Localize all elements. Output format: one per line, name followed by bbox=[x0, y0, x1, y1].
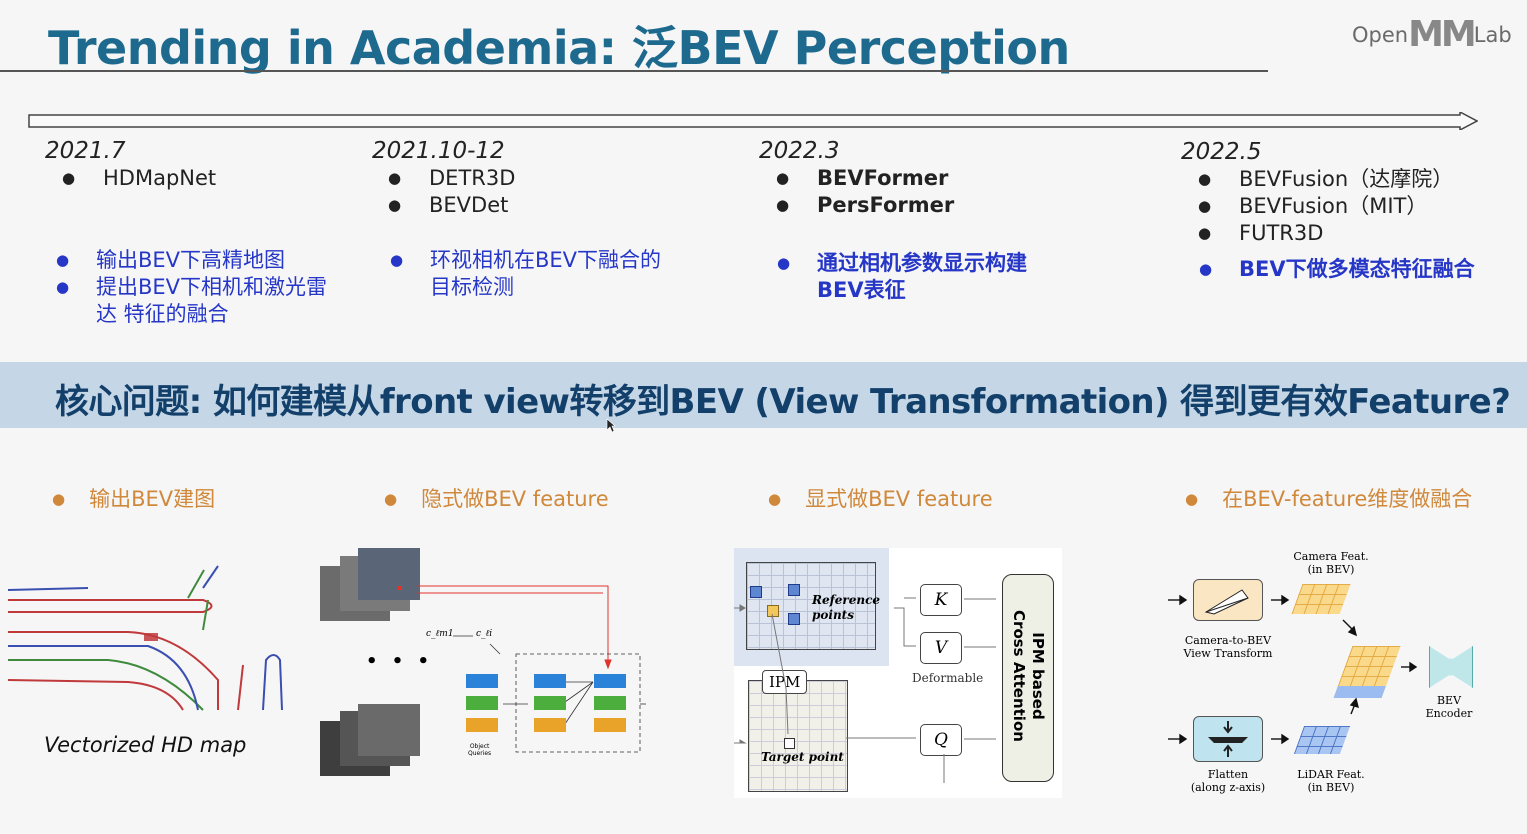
model-item: BEVFusion（MIT） bbox=[1182, 193, 1453, 220]
models-list-2: DETR3D BEVDet bbox=[372, 165, 515, 219]
notes-list-2: 环视相机在BEV下融合的目标检测 bbox=[380, 247, 662, 301]
bevformer-arrows bbox=[734, 597, 996, 783]
model-item: HDMapNet bbox=[46, 165, 216, 192]
bevfusion-arrows bbox=[1168, 594, 1418, 745]
note-item: 输出BEV下高精地图 bbox=[46, 247, 346, 274]
model-item: BEVFormer bbox=[760, 165, 954, 192]
model-item: PersFormer bbox=[760, 192, 954, 219]
logo-lab: Lab bbox=[1473, 23, 1512, 47]
query-green bbox=[594, 696, 626, 710]
timeline-date-4: 2022.5 bbox=[1181, 139, 1262, 165]
notes-list-3: 通过相机参数显示构建BEV表征 bbox=[767, 250, 1057, 304]
notes-list-1: 输出BEV下高精地图 提出BEV下相机和激光雷达 特征的融合 bbox=[46, 247, 346, 328]
note-item: 环视相机在BEV下融合的目标检测 bbox=[380, 247, 662, 301]
model-item: DETR3D bbox=[372, 165, 515, 192]
models-list-3: BEVFormer PersFormer bbox=[760, 165, 954, 219]
models-list-4: BEVFusion（达摩院） BEVFusion（MIT） FUTR3D bbox=[1182, 166, 1453, 247]
timeline-date-3: 2022.3 bbox=[759, 138, 840, 164]
category-implicit: 隐式做BEV feature bbox=[384, 483, 609, 513]
hd-map-figure bbox=[8, 565, 283, 711]
query-blue bbox=[594, 674, 626, 688]
note-item: 提出BEV下相机和激光雷达 特征的融合 bbox=[46, 274, 346, 328]
model-item: FUTR3D bbox=[1182, 220, 1453, 247]
title-underline bbox=[0, 70, 1268, 72]
query-blue bbox=[534, 674, 566, 688]
notes-list-4: BEV下做多模态特征融合 bbox=[1189, 256, 1509, 283]
hd-map-caption: Vectorized HD map bbox=[44, 733, 247, 757]
query-blue bbox=[466, 674, 498, 688]
query-green bbox=[534, 696, 566, 710]
openmmlab-logo: OpenMMLab bbox=[1352, 14, 1512, 55]
logo-mm: MM bbox=[1408, 14, 1477, 55]
mouse-cursor-icon bbox=[606, 418, 616, 433]
object-queries-label: Object Queries bbox=[468, 743, 492, 757]
bevfusion-figure: Camera Feat. (in BEV) Camera-to-BEV View… bbox=[1165, 548, 1485, 803]
query-orange bbox=[466, 718, 498, 732]
detr3d-figure: • • • c_ℓm1 c_ℓi Object Queries bbox=[318, 546, 648, 786]
timeline-date-2: 2021.10-12 bbox=[372, 138, 505, 164]
slide-title: Trending in Academia: 泛BEV Perception bbox=[48, 21, 1070, 75]
category-hdmap: 输出BEV建图 bbox=[52, 483, 215, 513]
category-explicit: 显式做BEV feature bbox=[768, 483, 993, 513]
model-item: BEVFusion（达摩院） bbox=[1182, 166, 1453, 193]
core-question: 核心问题: 如何建模从front view转移到BEV (View Transf… bbox=[55, 382, 1511, 422]
logo-open: Open bbox=[1352, 23, 1409, 47]
note-item: 通过相机参数显示构建BEV表征 bbox=[767, 250, 1057, 304]
timeline-date-1: 2021.7 bbox=[45, 138, 126, 164]
query-orange bbox=[594, 718, 626, 732]
query-orange bbox=[534, 718, 566, 732]
query-green bbox=[466, 696, 498, 710]
bevformer-figure: Reference points IPM Target point K V Q … bbox=[734, 548, 1062, 798]
category-fusion: 在BEV-feature维度做融合 bbox=[1185, 483, 1472, 513]
timeline-arrow bbox=[28, 112, 1478, 130]
models-list-1: HDMapNet bbox=[46, 165, 216, 192]
note-item: BEV下做多模态特征融合 bbox=[1189, 256, 1509, 283]
model-item: BEVDet bbox=[372, 192, 515, 219]
